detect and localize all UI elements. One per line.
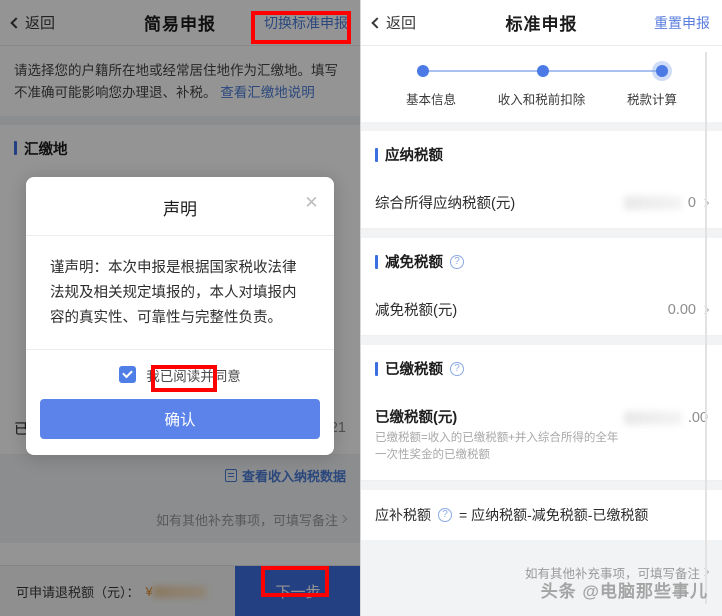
row-paid-tax-amount[interactable]: 已缴税额(元) 已缴税额=收入的已缴税额+并入综合所得的全年一次性奖金的已缴税额…	[361, 391, 722, 481]
switch-standard-declaration-button[interactable]: 切换标准申报	[252, 13, 348, 33]
row-tax-reduction-amount[interactable]: 减免税额(元) 0.00	[361, 284, 722, 336]
confirm-button[interactable]: 确认	[40, 398, 320, 439]
section-heading-paid-tax: 已缴税额 ?	[361, 345, 722, 391]
right-divider-5	[361, 539, 722, 549]
right-scroll-body: 基本信息 收入和税前扣除 税款计算 应纳税额 综合所得应纳税额(元) 0 减免税…	[361, 46, 722, 616]
left-remark-row[interactable]: 如有其他补充事项，可填写备注	[0, 495, 360, 543]
stepper-label-3: 税款计算	[626, 93, 677, 107]
left-remark-label: 如有其他补充事项，可填写备注	[155, 512, 338, 528]
next-step-button[interactable]: 下一步	[235, 566, 360, 616]
right-divider-4	[361, 480, 722, 490]
row-sublabel: 已缴税额=收入的已缴税额+并入综合所得的全年一次性奖金的已缴税额	[375, 432, 619, 462]
help-icon[interactable]: ?	[450, 254, 464, 269]
row-tax-payable-formula: 应补税额 ? = 应纳税额-减免税额-已缴税额	[361, 489, 722, 540]
left-notice-text: 请选择您的户籍所在地或经常居住地作为汇缴地。填写不准确可能影响您办理退、补税。 …	[0, 46, 360, 116]
currency-symbol: ¥	[145, 583, 153, 599]
help-icon[interactable]: ?	[450, 361, 464, 376]
view-income-tax-data-label: 查看收入纳税数据	[241, 468, 346, 484]
stepper-labels: 基本信息 收入和税前扣除 税款计算	[379, 89, 704, 108]
chevron-left-icon	[371, 16, 383, 29]
view-collection-place-link[interactable]: 查看汇缴地说明	[220, 85, 315, 100]
right-page-title: 标准申报	[505, 15, 578, 34]
row-label: 综合所得应纳税额(元)	[375, 196, 516, 212]
stepper-dot-2[interactable]	[536, 65, 549, 77]
row-value: 0.00	[667, 301, 710, 318]
right-phone-panel: 返回 标准申报 重置申报 基本信息 收入和税前扣除 税款计算 应纳税额 综合所得…	[361, 0, 722, 616]
right-back-button[interactable]: 返回	[371, 12, 469, 33]
modal-header: 声明 ✕	[26, 177, 334, 236]
formula-label: 应补税额	[375, 506, 431, 523]
refund-amount-display: 可申请退税额（元）： ¥	[0, 566, 235, 616]
value-suffix: 0	[687, 194, 696, 211]
left-back-button[interactable]: 返回	[10, 12, 108, 33]
masked-value	[623, 411, 682, 425]
masked-amount	[152, 586, 207, 599]
section-heading-label: 已缴税额	[385, 362, 443, 378]
help-icon[interactable]: ?	[438, 507, 452, 522]
row-value: 0	[623, 194, 710, 211]
left-section-divider	[0, 115, 360, 125]
progress-stepper: 基本信息 收入和税前扣除 税款计算	[361, 46, 722, 122]
right-back-label: 返回	[386, 15, 417, 32]
document-icon	[224, 468, 237, 482]
right-nav-bar: 返回 标准申报 重置申报	[361, 0, 722, 46]
left-section-heading-collection-place: 汇缴地	[0, 124, 360, 171]
left-page-title: 简易申报	[144, 15, 216, 34]
stepper-track	[417, 64, 668, 78]
formula-text: = 应纳税额-减免税额-已缴税额	[459, 506, 649, 523]
modal-body-text: 谨声明：本次申报是根据国家税收法律法规及相关规定填报的，本人对填报内容的真实性、…	[26, 236, 334, 350]
left-phone-panel: 返回 简易申报 切换标准申报 请选择您的户籍所在地或经常居住地作为汇缴地。填写不…	[0, 0, 361, 616]
agree-label: 我已阅读并同意	[146, 368, 241, 384]
close-icon[interactable]: ✕	[303, 194, 320, 211]
accent-bar-icon	[375, 254, 378, 269]
left-section-heading-label: 汇缴地	[24, 141, 68, 158]
reset-declaration-button[interactable]: 重置申报	[614, 13, 710, 33]
agree-checkbox[interactable]	[119, 366, 137, 384]
right-divider-3	[361, 336, 722, 345]
watermark-text: 头条 @电脑那些事儿	[540, 582, 708, 601]
declaration-modal: 声明 ✕ 谨声明：本次申报是根据国家税收法律法规及相关规定填报的，本人对填报内容…	[26, 177, 334, 455]
stepper-label-2: 收入和税前扣除	[497, 93, 586, 107]
screenshot-root: 返回 简易申报 切换标准申报 请选择您的户籍所在地或经常居住地作为汇缴地。填写不…	[0, 0, 722, 616]
accent-bar-icon	[375, 147, 378, 162]
row-label: 已缴税额(元)	[375, 410, 458, 426]
vertical-scrollbar[interactable]	[705, 52, 707, 604]
modal-title: 声明	[163, 200, 197, 219]
refund-amount-value: ¥	[146, 584, 207, 599]
accent-bar-icon	[14, 141, 17, 156]
accent-bar-icon	[375, 361, 378, 376]
view-income-tax-data-link[interactable]: 查看收入纳税数据	[0, 454, 360, 496]
right-divider-1	[361, 122, 722, 131]
chevron-left-icon	[10, 16, 22, 29]
stepper-dot-3-active[interactable]	[656, 65, 668, 77]
row-value: .00	[623, 410, 708, 426]
left-bottom-bar: 可申请退税额（元）： ¥ 下一步	[0, 565, 360, 616]
row-label-block: 已缴税额(元) 已缴税额=收入的已缴税额+并入综合所得的全年一次性奖金的已缴税额	[375, 406, 620, 465]
chevron-right-icon	[338, 514, 348, 524]
value-text: 0.00	[667, 301, 696, 318]
right-divider-2	[361, 229, 722, 238]
modal-agree-row[interactable]: 我已阅读并同意	[26, 350, 334, 399]
section-heading-label: 应纳税额	[385, 148, 443, 164]
stepper-label-1: 基本信息	[405, 93, 456, 107]
masked-value	[623, 195, 682, 210]
left-back-label: 返回	[25, 15, 56, 32]
section-heading-taxable-amount: 应纳税额	[361, 131, 722, 177]
section-heading-label: 减免税额	[385, 255, 443, 271]
row-label: 减免税额(元)	[375, 303, 458, 319]
row-comprehensive-taxable-amount[interactable]: 综合所得应纳税额(元) 0	[361, 177, 722, 229]
section-heading-tax-reduction: 减免税额 ?	[361, 238, 722, 284]
refund-amount-label: 可申请退税额（元）：	[16, 584, 140, 600]
left-nav-bar: 返回 简易申报 切换标准申报	[0, 0, 360, 46]
stepper-dot-1[interactable]	[417, 65, 429, 77]
